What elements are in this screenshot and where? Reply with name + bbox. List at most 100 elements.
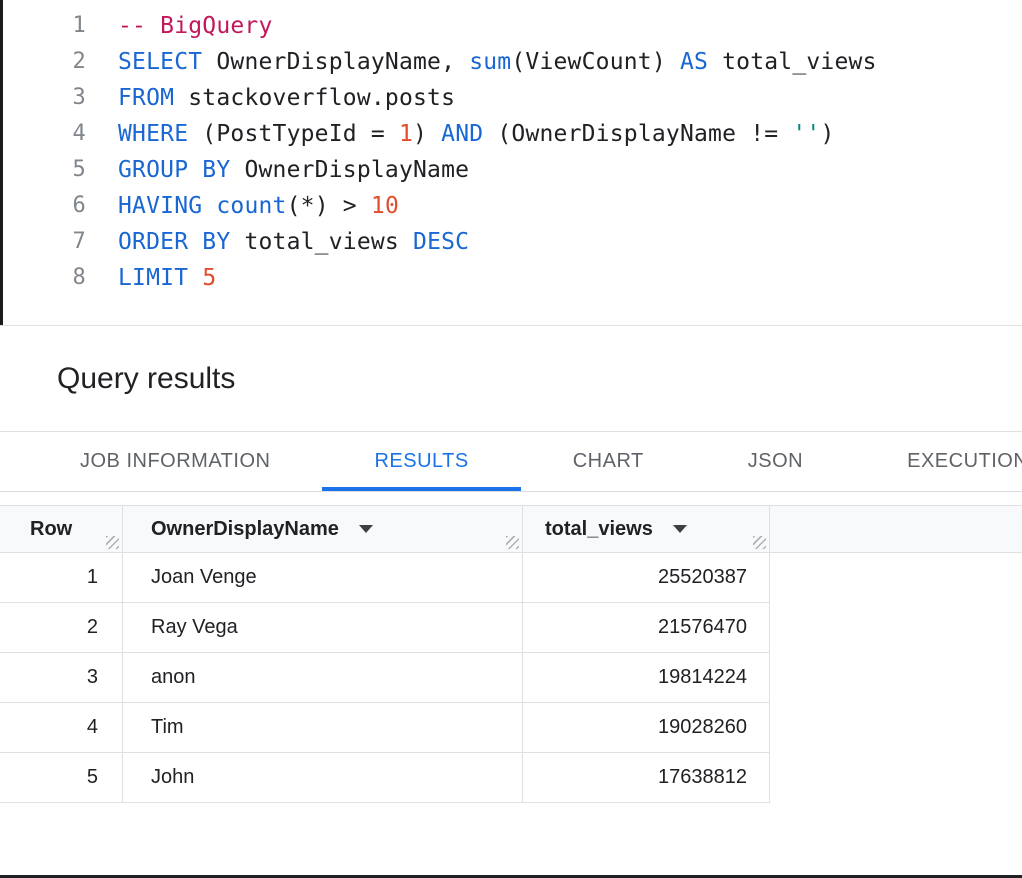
table-row[interactable]: 2Ray Vega21576470 (0, 603, 770, 653)
code-token: DESC (413, 229, 469, 255)
line-number: 4 (0, 116, 86, 152)
code-token: total_views (230, 229, 413, 255)
line-number: 8 (0, 260, 86, 296)
column-resize-handle[interactable] (106, 536, 119, 549)
owner-display-name-cell: Joan Venge (123, 553, 523, 602)
chevron-down-icon[interactable] (673, 525, 687, 533)
code-token: stackoverflow.posts (174, 85, 455, 111)
owner-display-name-cell: Ray Vega (123, 603, 523, 652)
total-views-cell: 21576470 (523, 603, 770, 652)
code-line[interactable]: 6 HAVING count(*) > 10 (0, 188, 1022, 224)
code-token: GROUP BY (118, 157, 230, 183)
query-results-header: Query results (0, 326, 1022, 432)
column-label: Row (30, 518, 72, 541)
table-row[interactable]: 3anon19814224 (0, 653, 770, 703)
owner-display-name-cell: John (123, 753, 523, 802)
code-text: -- BigQuery (118, 8, 273, 44)
results-table-body: 1Joan Venge255203872Ray Vega215764703ano… (0, 553, 1022, 803)
code-token: ) (413, 121, 441, 147)
owner-display-name-cell: anon (123, 653, 523, 702)
sql-editor-lines[interactable]: 1 -- BigQuery 2 SELECT OwnerDisplayName, su… (0, 8, 1022, 296)
code-token: AS (680, 49, 708, 75)
code-token: FROM (118, 85, 174, 111)
line-number: 2 (0, 44, 86, 80)
code-token: OwnerDisplayName (230, 157, 469, 183)
code-token: (PostTypeId = (188, 121, 399, 147)
column-header-ownerdisplayname[interactable]: OwnerDisplayName (123, 506, 523, 552)
code-line[interactable]: 7 ORDER BY total_views DESC (0, 224, 1022, 260)
table-row[interactable]: 4Tim19028260 (0, 703, 770, 753)
total-views-cell: 19814224 (523, 653, 770, 702)
tab-results[interactable]: RESULTS (322, 432, 520, 491)
total-views-cell: 19028260 (523, 703, 770, 752)
results-table: Row OwnerDisplayName total_views 1Joan V… (0, 505, 1022, 803)
line-number: 7 (0, 224, 86, 260)
table-row[interactable]: 5John17638812 (0, 753, 770, 803)
page-title: Query results (57, 362, 235, 396)
table-row[interactable]: 1Joan Venge25520387 (0, 553, 770, 603)
code-text: LIMIT 5 (118, 260, 216, 296)
owner-display-name-cell: Tim (123, 703, 523, 752)
code-token: AND (441, 121, 483, 147)
column-label: total_views (545, 518, 653, 541)
tab-execution-details[interactable]: EXECUTION DETAILS (855, 432, 1022, 491)
row-number-cell: 4 (0, 703, 123, 752)
code-line[interactable]: 3 FROM stackoverflow.posts (0, 80, 1022, 116)
column-header-row[interactable]: Row (0, 506, 123, 552)
code-line[interactable]: 8 LIMIT 5 (0, 260, 1022, 296)
code-token: 10 (371, 193, 399, 219)
code-line[interactable]: 2 SELECT OwnerDisplayName, sum(ViewCount)… (0, 44, 1022, 80)
code-token (188, 265, 202, 291)
table-header-row: Row OwnerDisplayName total_views (0, 505, 1022, 553)
code-token: OwnerDisplayName, (202, 49, 469, 75)
line-number: 3 (0, 80, 86, 116)
column-resize-handle[interactable] (506, 536, 519, 549)
line-number: 1 (0, 8, 86, 44)
code-token: HAVING (118, 193, 202, 219)
tab-json[interactable]: JSON (696, 432, 855, 491)
code-line[interactable]: 1 -- BigQuery (0, 8, 1022, 44)
code-token: total_views (708, 49, 877, 75)
code-text: HAVING count(*) > 10 (118, 188, 399, 224)
code-token: -- BigQuery (118, 13, 273, 39)
code-token: WHERE (118, 121, 188, 147)
code-token: (ViewCount) (511, 49, 680, 75)
row-number-cell: 2 (0, 603, 123, 652)
code-token: ) (820, 121, 834, 147)
column-header-total-views[interactable]: total_views (523, 506, 770, 552)
code-token: ORDER BY (118, 229, 230, 255)
table-header-filler (770, 506, 1022, 552)
row-number-cell: 3 (0, 653, 123, 702)
code-token: SELECT (118, 49, 202, 75)
tab-chart[interactable]: CHART (521, 432, 696, 491)
code-token: sum (469, 49, 511, 75)
code-token: count (216, 193, 286, 219)
code-token: (*) > (287, 193, 371, 219)
column-label: OwnerDisplayName (151, 518, 339, 541)
chevron-down-icon[interactable] (359, 525, 373, 533)
code-text: ORDER BY total_views DESC (118, 224, 469, 260)
code-token (202, 193, 216, 219)
column-resize-handle[interactable] (753, 536, 766, 549)
line-number: 6 (0, 188, 86, 224)
results-tabs: JOB INFORMATIONRESULTSCHARTJSONEXECUTION… (0, 432, 1022, 492)
sql-editor[interactable]: 1 -- BigQuery 2 SELECT OwnerDisplayName, su… (0, 0, 1022, 326)
code-line[interactable]: 4 WHERE (PostTypeId = 1) AND (OwnerDispla… (0, 116, 1022, 152)
row-number-cell: 1 (0, 553, 123, 602)
editor-left-edge (0, 0, 3, 325)
code-token: '' (792, 121, 820, 147)
line-number: 5 (0, 152, 86, 188)
code-text: WHERE (PostTypeId = 1) AND (OwnerDisplay… (118, 116, 835, 152)
code-token: 1 (399, 121, 413, 147)
total-views-cell: 25520387 (523, 553, 770, 602)
tab-job-information[interactable]: JOB INFORMATION (28, 432, 322, 491)
total-views-cell: 17638812 (523, 753, 770, 802)
code-text: GROUP BY OwnerDisplayName (118, 152, 469, 188)
code-text: FROM stackoverflow.posts (118, 80, 455, 116)
code-line[interactable]: 5 GROUP BY OwnerDisplayName (0, 152, 1022, 188)
code-token: 5 (202, 265, 216, 291)
row-number-cell: 5 (0, 753, 123, 802)
code-text: SELECT OwnerDisplayName, sum(ViewCount) … (118, 44, 877, 80)
code-token: LIMIT (118, 265, 188, 291)
code-token: (OwnerDisplayName != (483, 121, 792, 147)
